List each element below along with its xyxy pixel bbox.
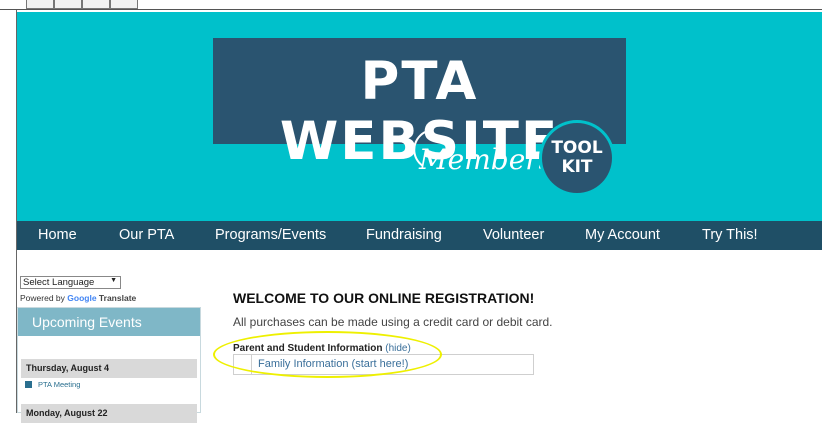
toolbar-tab-stub[interactable] — [26, 0, 54, 9]
translate-link[interactable]: Translate — [99, 293, 136, 303]
payment-note: All purchases can be made using a credit… — [233, 315, 553, 329]
toolkit-badge: TOOL KIT — [542, 123, 612, 193]
toolkit-badge-line2: KIT — [561, 157, 593, 177]
browser-top-strip — [0, 0, 822, 10]
powered-by-label: Powered by — [20, 293, 65, 303]
upcoming-events-header: Upcoming Events — [18, 308, 200, 336]
page-title: WELCOME TO OUR ONLINE REGISTRATION! — [233, 290, 535, 306]
toolkit-badge-line1: TOOL — [551, 138, 603, 158]
event-item-label: PTA Meeting — [38, 380, 81, 389]
google-logo: Google — [67, 293, 97, 303]
nav-home[interactable]: Home — [38, 227, 77, 243]
language-select-value: Select Language — [23, 277, 95, 288]
chevron-down-icon: ▼ — [110, 277, 117, 284]
nav-fundraising[interactable]: Fundraising — [366, 227, 442, 243]
nav-my-account[interactable]: My Account — [585, 227, 660, 243]
toolbar-tab-stub[interactable] — [110, 0, 138, 9]
event-item[interactable]: PTA Meeting — [25, 380, 80, 389]
toolbar-tab-stub[interactable] — [82, 0, 110, 9]
event-calendar-icon — [25, 381, 32, 388]
nav-our-pta[interactable]: Our PTA — [119, 227, 174, 243]
upcoming-events-panel: Upcoming Events Thursday, August 4 PTA M… — [17, 307, 201, 423]
nav-programs-events[interactable]: Programs/Events — [215, 227, 326, 243]
powered-by-translate: Powered by Google Translate — [20, 293, 136, 303]
highlight-ellipse — [213, 331, 442, 378]
language-select[interactable]: Select Language ▼ — [20, 276, 121, 289]
nav-try-this[interactable]: Try This! — [702, 227, 758, 243]
site-banner: PTA WEBSITE Membership TOOL KIT — [17, 12, 822, 221]
event-date: Thursday, August 4 — [21, 359, 197, 378]
main-nav: Home Our PTA Programs/Events Fundraising… — [17, 221, 822, 250]
event-date: Monday, August 22 — [21, 404, 197, 423]
nav-volunteer[interactable]: Volunteer — [483, 227, 544, 243]
toolbar-tab-stub[interactable] — [54, 0, 82, 9]
